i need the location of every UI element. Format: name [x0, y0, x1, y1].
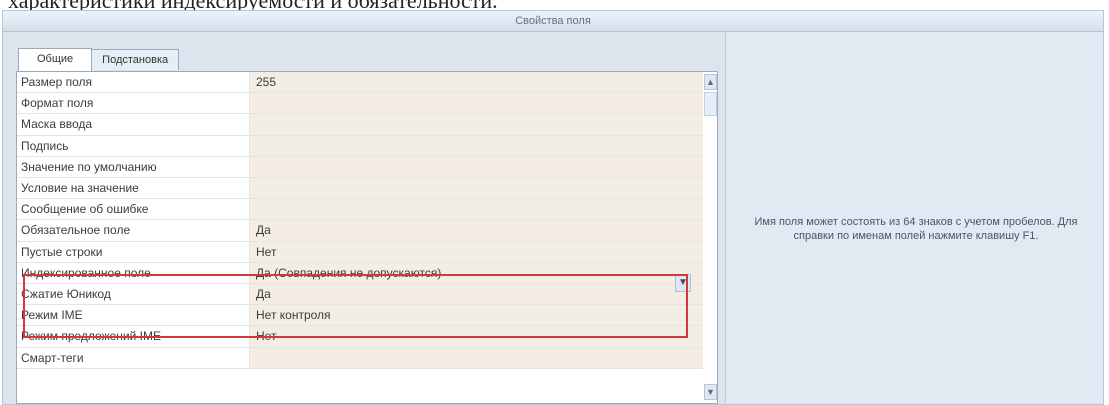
- property-value[interactable]: [249, 347, 703, 368]
- property-label: Сообщение об ошибке: [21, 202, 149, 217]
- property-label: Режим предложений IME: [21, 329, 161, 344]
- property-row-field-size[interactable]: Размер поля 255: [17, 72, 703, 94]
- vertical-scrollbar[interactable]: ▲ ▼: [703, 72, 717, 403]
- scroll-up-icon[interactable]: ▲: [704, 74, 717, 90]
- property-value[interactable]: 255: [249, 72, 703, 93]
- property-label: Подпись: [21, 138, 69, 153]
- property-label: Формат поля: [21, 96, 94, 111]
- property-value[interactable]: Нет: [249, 326, 703, 347]
- property-value[interactable]: [249, 156, 703, 177]
- property-value[interactable]: Да (Совпадения не допускаются): [249, 262, 703, 283]
- property-value[interactable]: [249, 135, 703, 156]
- property-label: Условие на значение: [21, 181, 139, 195]
- property-value[interactable]: Да: [249, 220, 703, 241]
- property-value[interactable]: [249, 199, 703, 220]
- property-value[interactable]: [249, 114, 703, 135]
- property-row-required[interactable]: Обязательное поле Да: [17, 220, 703, 242]
- property-value[interactable]: Нет контроля: [249, 305, 703, 326]
- property-row-format[interactable]: Формат поля: [17, 93, 703, 115]
- property-value[interactable]: Нет: [249, 241, 703, 262]
- property-row-validation-text[interactable]: Сообщение об ошибке: [17, 199, 703, 221]
- property-label: Значение по умолчанию: [21, 159, 157, 174]
- chevron-down-icon[interactable]: ▼: [675, 274, 691, 292]
- properties-pane: Общие Подстановка Размер поля 255 Формат…: [8, 39, 720, 404]
- property-value[interactable]: [249, 93, 703, 114]
- property-row-validation-rule[interactable]: Условие на значение: [17, 178, 703, 200]
- help-text: Имя поля может состоять из 64 знаков с у…: [754, 216, 1078, 242]
- property-label: Маска ввода: [21, 117, 93, 132]
- property-row-unicode-compression[interactable]: Сжатие Юникод Да: [17, 284, 703, 306]
- property-label: Пустые строки: [21, 244, 103, 259]
- help-pane: Имя поля может состоять из 64 знаков с у…: [725, 33, 1103, 403]
- property-row-input-mask[interactable]: Маска ввода: [17, 114, 703, 136]
- property-row-caption[interactable]: Подпись: [17, 135, 703, 157]
- tab-bar: Общие Подстановка: [18, 48, 180, 71]
- property-label: Сжатие Юникод: [21, 287, 111, 301]
- property-label: Смарт-теги: [21, 350, 84, 365]
- field-properties-panel: Свойства поля Общие Подстановка Размер п…: [2, 10, 1104, 405]
- panel-title: Свойства поля: [3, 11, 1103, 32]
- property-grid: Размер поля 255 Формат поля Маска ввода …: [16, 71, 718, 404]
- property-row-ime-sentence-mode[interactable]: Режим предложений IME Нет: [17, 326, 703, 348]
- property-label: Обязательное поле: [21, 223, 131, 238]
- property-label: Индексированное поле: [21, 265, 151, 280]
- property-row-default-value[interactable]: Значение по умолчанию: [17, 156, 703, 178]
- scroll-down-icon[interactable]: ▼: [704, 384, 717, 400]
- scroll-thumb[interactable]: [704, 92, 717, 116]
- property-value[interactable]: [249, 178, 703, 199]
- tab-lookup[interactable]: Подстановка: [91, 49, 180, 70]
- tab-general[interactable]: Общие: [18, 48, 93, 71]
- property-row-ime-mode[interactable]: Режим IME Нет контроля: [17, 305, 703, 327]
- property-row-allow-zero-length[interactable]: Пустые строки Нет: [17, 241, 703, 263]
- property-row-indexed[interactable]: Индексированное поле Да (Совпадения не д…: [17, 262, 703, 284]
- property-value[interactable]: Да: [249, 284, 703, 305]
- property-label: Размер поля: [21, 75, 92, 89]
- property-row-smart-tags[interactable]: Смарт-теги: [17, 347, 703, 369]
- property-label: Режим IME: [21, 308, 83, 323]
